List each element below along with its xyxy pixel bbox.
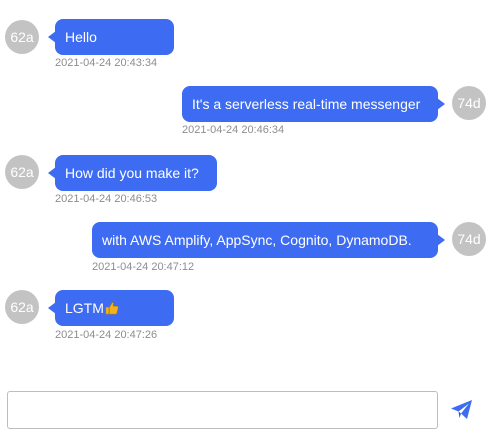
avatar: 74d	[452, 86, 486, 120]
message-bubble: with AWS Amplify, AppSync, Cognito, Dyna…	[92, 222, 445, 258]
message-timestamp: 2021-04-24 20:47:26	[55, 329, 158, 341]
paper-plane-icon	[451, 400, 472, 419]
message-timestamp: 2021-04-24 20:46:34	[182, 124, 285, 136]
message-text: LGTM	[65, 300, 104, 316]
avatar: 62a	[5, 290, 39, 324]
chat-window: 62a Hello 2021-04-24 20:43:34 It's a ser…	[0, 0, 495, 436]
message-input[interactable]	[7, 391, 438, 429]
message-bubble: It's a serverless real-time messenger	[182, 86, 445, 122]
avatar: 74d	[452, 222, 486, 256]
message-timestamp: 2021-04-24 20:43:34	[55, 57, 158, 69]
message-bubble: How did you make it?	[48, 155, 217, 191]
message-bubble: Hello	[48, 19, 174, 55]
message-bubble: LGTM	[48, 290, 174, 326]
send-button[interactable]	[450, 399, 474, 421]
avatar: 62a	[5, 155, 39, 189]
message-text: Hello	[65, 29, 97, 45]
message-timestamp: 2021-04-24 20:47:12	[92, 261, 195, 273]
message-timestamp: 2021-04-24 20:46:53	[55, 193, 158, 205]
thumbs-up-icon	[105, 302, 119, 315]
avatar: 62a	[5, 20, 39, 54]
message-text: It's a serverless real-time messenger	[192, 96, 421, 112]
message-text: with AWS Amplify, AppSync, Cognito, Dyna…	[102, 232, 412, 248]
message-text: How did you make it?	[65, 165, 199, 181]
